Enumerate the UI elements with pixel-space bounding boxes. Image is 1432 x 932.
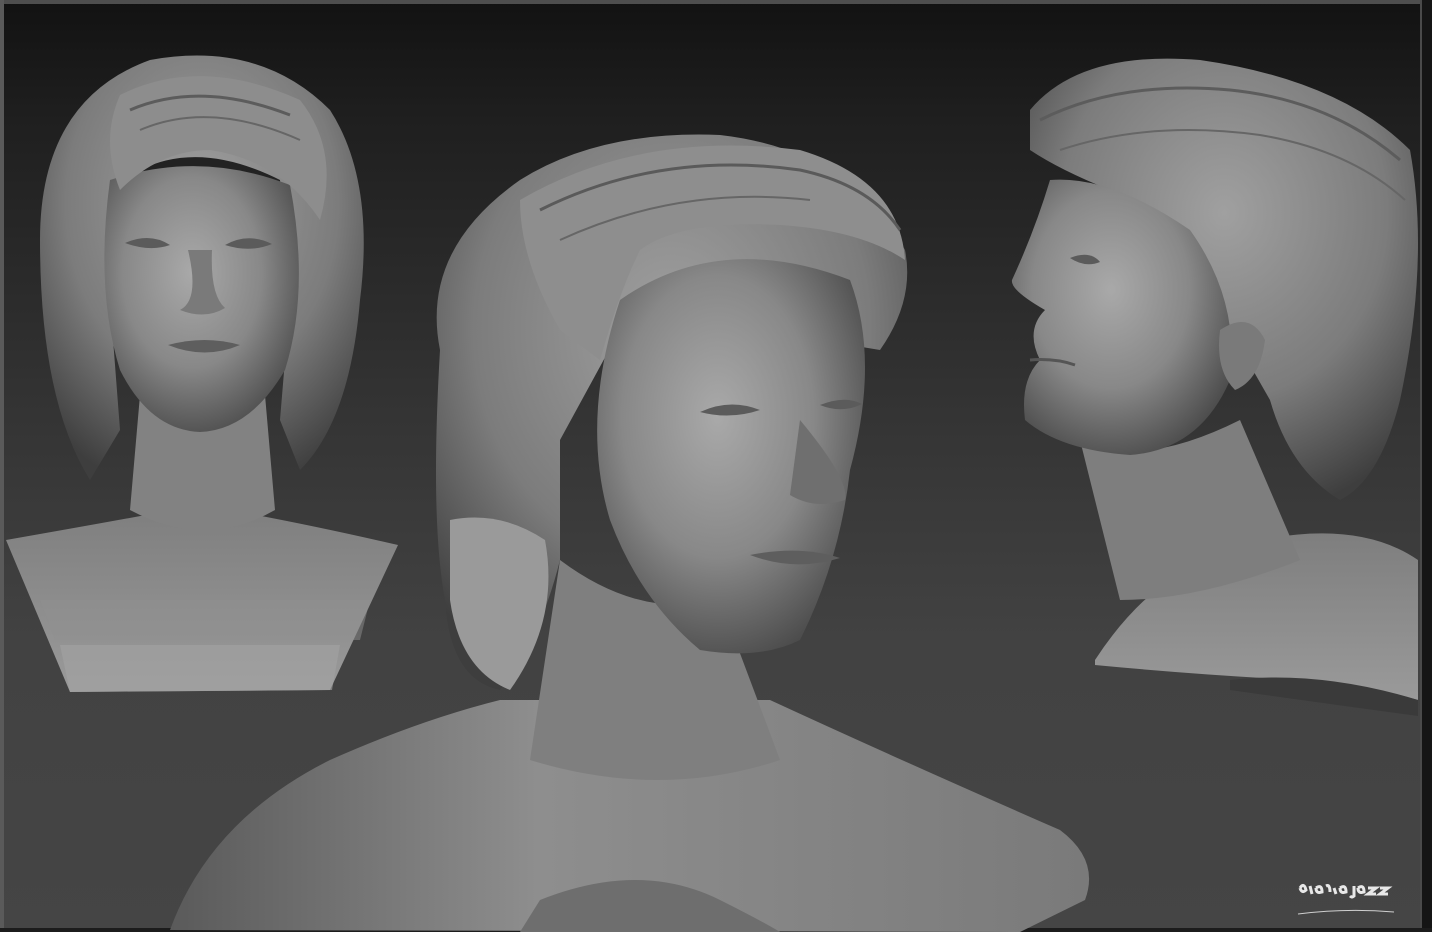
profile-view-bust <box>1011 58 1418 716</box>
render-canvas <box>0 0 1432 932</box>
front-view-bust <box>6 55 398 692</box>
sculpt-renders <box>6 55 1418 932</box>
artist-signature <box>1297 883 1395 915</box>
